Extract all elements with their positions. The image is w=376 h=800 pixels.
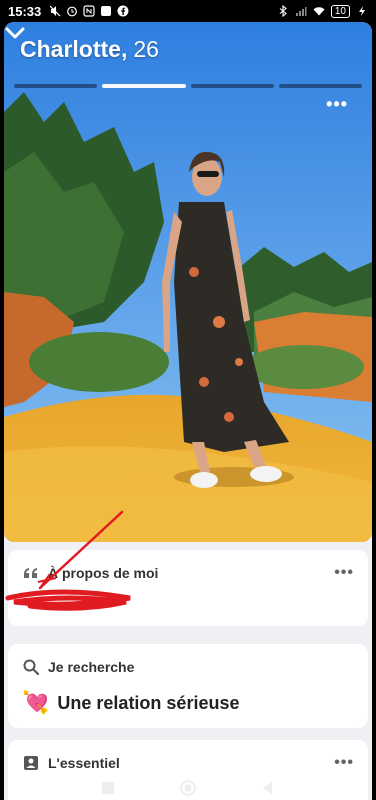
more-options-icon[interactable]: ••• [326, 94, 348, 115]
status-time: 15:33 [8, 3, 42, 19]
quote-icon [22, 564, 40, 582]
photo-progress-segment-1[interactable] [14, 84, 98, 88]
home-icon[interactable] [179, 779, 197, 797]
system-icons: 10 [277, 4, 368, 18]
back-icon[interactable] [259, 779, 277, 797]
wifi-icon [313, 7, 325, 16]
search-icon [22, 658, 40, 676]
about-title: À propos de moi [48, 565, 159, 581]
looking-for-value: Une relation sérieuse [57, 692, 240, 713]
looking-for-title: Je recherche [48, 659, 135, 675]
mute-icon [49, 5, 61, 17]
profile-photo[interactable]: Charlotte, 26 ••• [4, 22, 372, 542]
facebook-icon [117, 5, 129, 17]
system-navigation-bar [0, 776, 376, 800]
profile-age: 26 [133, 36, 159, 62]
essentials-title: L'essentiel [48, 755, 120, 771]
photo-progress-segment-3[interactable] [190, 84, 274, 88]
profile-header: Charlotte, 26 [20, 36, 159, 63]
notification-icons [49, 5, 129, 17]
chevron-down-icon[interactable] [4, 22, 26, 44]
photo-progress-segment-2[interactable] [102, 84, 186, 88]
signal-icon [295, 7, 307, 16]
photo-progress-segment-4[interactable] [278, 84, 362, 88]
nfc-icon [83, 5, 95, 17]
more-options-icon[interactable]: ••• [334, 564, 354, 582]
photo-illustration [4, 22, 372, 542]
recents-icon[interactable] [99, 779, 117, 797]
battery-level: 10 [330, 4, 350, 18]
alarm-icon [67, 6, 78, 17]
more-options-icon[interactable]: ••• [334, 754, 354, 772]
profile-name: Charlotte, [20, 36, 128, 62]
id-badge-icon [22, 754, 40, 772]
about-card: À propos de moi ••• [8, 550, 368, 626]
charging-icon [359, 6, 365, 16]
looking-for-card: Je recherche 💘 Une relation sérieuse [8, 644, 368, 728]
status-bar: 15:33 10 [0, 0, 376, 22]
bluetooth-icon [279, 5, 287, 17]
heart-arrow-icon: 💘 [22, 690, 50, 715]
app-notification-icon [101, 6, 112, 16]
photo-progress [14, 84, 362, 88]
profile-view: Charlotte, 26 ••• À propos de moi ••• Je… [4, 22, 372, 800]
